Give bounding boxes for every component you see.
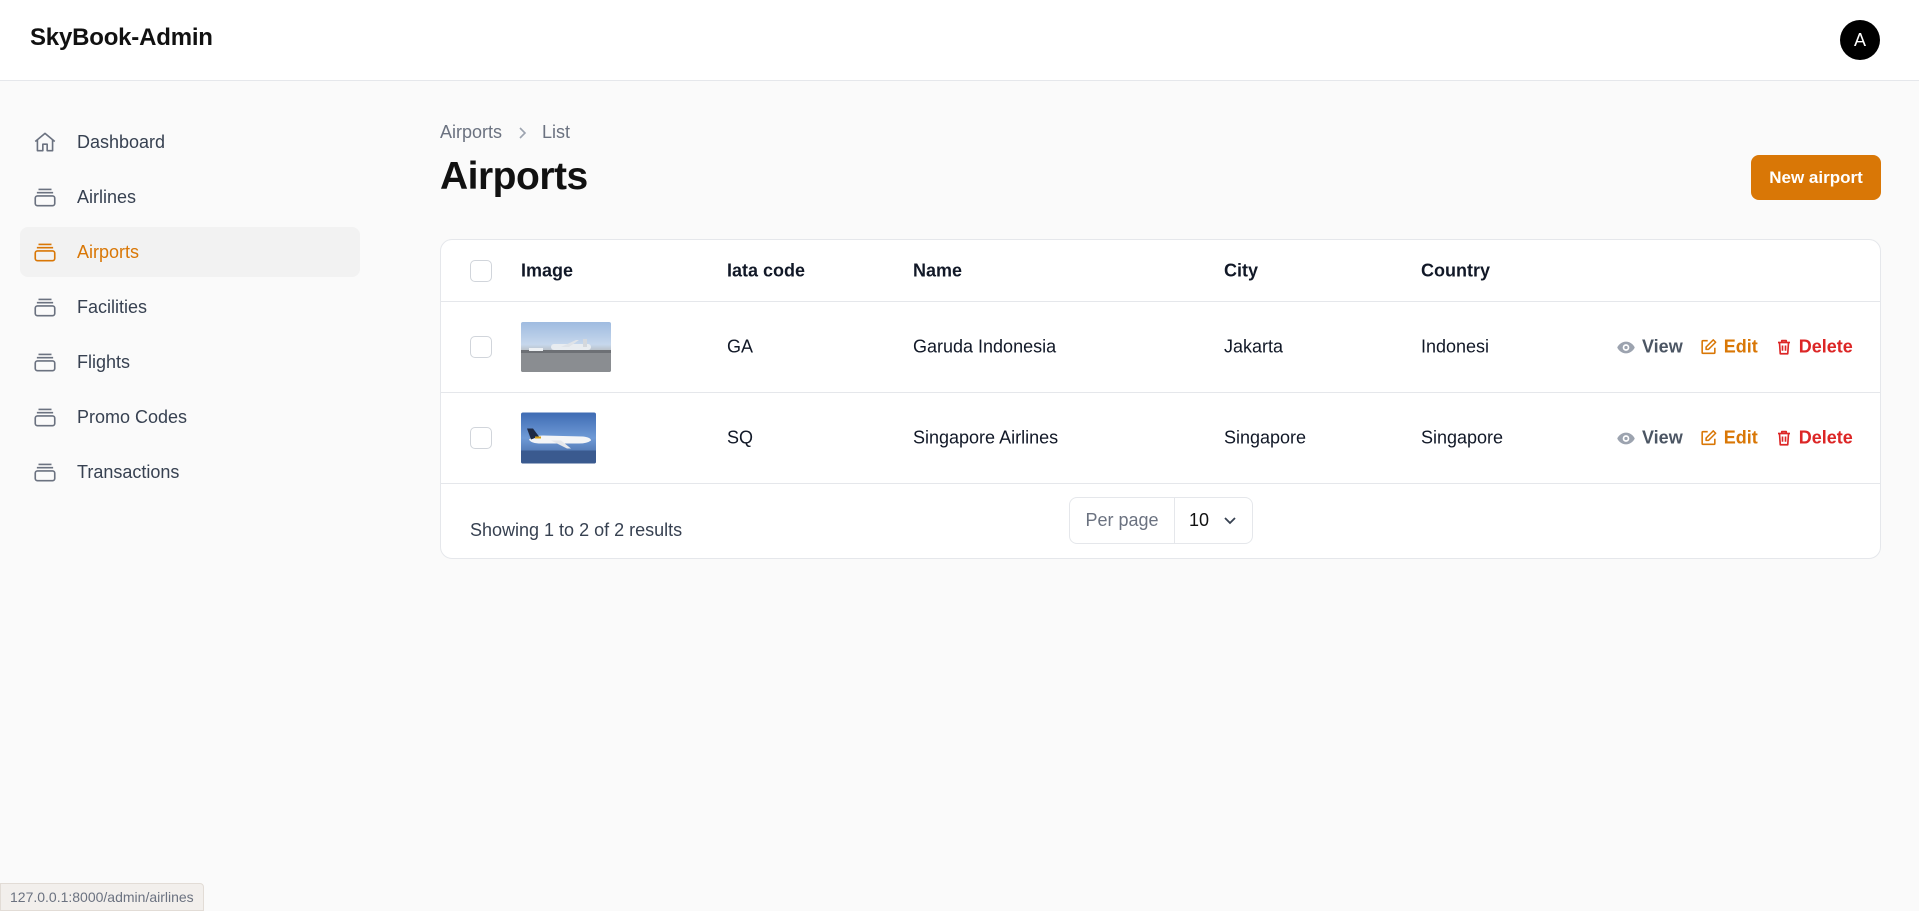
page-title: Airports — [440, 155, 588, 198]
chevron-right-icon — [516, 126, 528, 140]
sidebar-item-label: Transactions — [77, 461, 180, 482]
edit-button[interactable]: Edit — [1699, 428, 1758, 449]
home-icon — [32, 129, 58, 155]
name-cell: Singapore Airlines — [913, 427, 1059, 448]
delete-label: Delete — [1798, 336, 1853, 357]
sidebar-item-transactions[interactable]: Transactions — [20, 447, 360, 497]
delete-button[interactable]: Delete — [1775, 337, 1853, 358]
breadcrumb: Airports List — [440, 122, 570, 143]
stack-icon — [32, 459, 58, 485]
top-bar: SkyBook-Admin A — [0, 0, 1919, 81]
stack-icon — [32, 404, 58, 430]
view-button[interactable]: View — [1616, 337, 1683, 358]
select-all-checkbox[interactable] — [470, 259, 492, 282]
sidebar-item-promo-codes[interactable]: Promo Codes — [20, 392, 360, 442]
column-header-country[interactable]: Country — [1421, 260, 1490, 281]
stack-icon — [32, 184, 58, 210]
column-header-city[interactable]: City — [1224, 260, 1258, 281]
pencil-square-icon — [1701, 430, 1717, 446]
row-checkbox[interactable] — [470, 427, 492, 449]
breadcrumb-current: List — [542, 122, 571, 142]
eye-icon — [1617, 432, 1635, 444]
per-page-value: 10 — [1189, 510, 1210, 530]
row-actions: View Edit Delete — [1616, 337, 1853, 358]
per-page-label: Per page — [1070, 498, 1175, 543]
view-label: View — [1642, 336, 1683, 357]
delete-button[interactable]: Delete — [1775, 428, 1853, 449]
new-airport-button[interactable]: New airport — [1751, 155, 1881, 200]
row-checkbox[interactable] — [470, 336, 492, 358]
per-page-control: Per page 10 — [1069, 497, 1253, 544]
city-cell: Singapore — [1224, 427, 1307, 448]
column-header-image[interactable]: Image — [521, 260, 573, 281]
sidebar-item-airports[interactable]: Airports — [20, 227, 360, 277]
iata-code-cell: SQ — [727, 427, 754, 448]
breadcrumb-parent-link[interactable]: Airports — [440, 122, 502, 143]
sidebar-item-label: Promo Codes — [77, 406, 188, 427]
stack-icon — [32, 294, 58, 320]
airports-table: Image Iata code Name City Country GA Gar… — [440, 239, 1881, 559]
sidebar-item-flights[interactable]: Flights — [20, 337, 360, 387]
country-cell: Singapore — [1421, 427, 1504, 448]
iata-code-cell: GA — [727, 336, 754, 357]
trash-icon — [1777, 339, 1790, 355]
edit-button[interactable]: Edit — [1699, 337, 1758, 358]
pagination-summary: Showing 1 to 2 of 2 results — [470, 520, 683, 540]
view-label: View — [1642, 427, 1683, 448]
table-row: GA Garuda Indonesia Jakarta Indonesi Vie… — [441, 302, 1880, 393]
browser-status-url: 127.0.0.1:8000/admin/airlines — [0, 883, 204, 911]
table-row: SQ Singapore Airlines Singapore Singapor… — [441, 393, 1880, 484]
per-page-select[interactable]: 10 — [1175, 498, 1252, 543]
trash-icon — [1777, 430, 1790, 446]
sidebar-item-airlines[interactable]: Airlines — [20, 172, 360, 222]
stack-icon — [32, 349, 58, 375]
edit-label: Edit — [1723, 427, 1758, 448]
table-header-row: Image Iata code Name City Country — [441, 240, 1880, 302]
column-header-name[interactable]: Name — [913, 260, 962, 281]
city-cell: Jakarta — [1224, 336, 1284, 357]
brand-logo-text[interactable]: SkyBook-Admin — [30, 24, 213, 52]
edit-label: Edit — [1723, 336, 1758, 357]
row-actions: View Edit Delete — [1616, 428, 1853, 449]
airport-thumbnail-image[interactable] — [521, 412, 596, 464]
column-header-iata-code[interactable]: Iata code — [727, 260, 805, 281]
delete-label: Delete — [1798, 427, 1853, 448]
country-cell: Indonesi — [1421, 336, 1490, 357]
airport-thumbnail-image[interactable] — [521, 322, 611, 372]
chevron-down-icon — [1224, 516, 1236, 524]
sidebar-item-label: Facilities — [77, 296, 148, 317]
view-button[interactable]: View — [1616, 428, 1683, 449]
sidebar: Dashboard Airlines Airports Facilities F… — [20, 117, 360, 502]
eye-icon — [1617, 341, 1635, 353]
sidebar-item-dashboard[interactable]: Dashboard — [20, 117, 360, 167]
pencil-square-icon — [1701, 339, 1717, 355]
sidebar-item-label: Airports — [77, 241, 140, 262]
sidebar-item-label: Dashboard — [77, 131, 166, 152]
stack-icon — [32, 239, 58, 265]
sidebar-item-label: Airlines — [77, 186, 137, 207]
sidebar-item-label: Flights — [77, 351, 131, 372]
name-cell: Garuda Indonesia — [913, 336, 1057, 357]
sidebar-item-facilities[interactable]: Facilities — [20, 282, 360, 332]
user-avatar[interactable]: A — [1840, 20, 1880, 60]
